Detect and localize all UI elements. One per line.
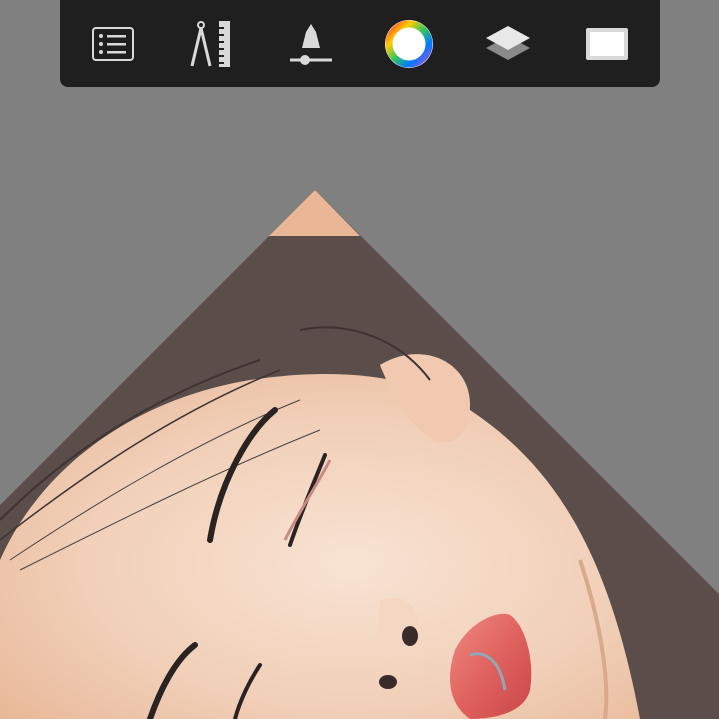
brush-size-button[interactable] (281, 14, 341, 74)
menu-button[interactable] (83, 14, 143, 74)
canvas-artwork[interactable] (0, 0, 719, 719)
guides-button[interactable] (182, 14, 242, 74)
compass-ruler-icon (190, 20, 230, 67)
brush-size-icon (289, 23, 332, 65)
color-picker-button[interactable] (379, 14, 439, 74)
canvas-frame-icon (585, 27, 628, 60)
layers-button[interactable] (478, 14, 538, 74)
color-wheel-icon (385, 19, 434, 68)
layers-icon (485, 25, 530, 60)
top-toolbar (60, 0, 660, 87)
list-menu-icon (92, 26, 135, 61)
canvas-button[interactable] (577, 14, 637, 74)
app-stage (0, 0, 719, 719)
